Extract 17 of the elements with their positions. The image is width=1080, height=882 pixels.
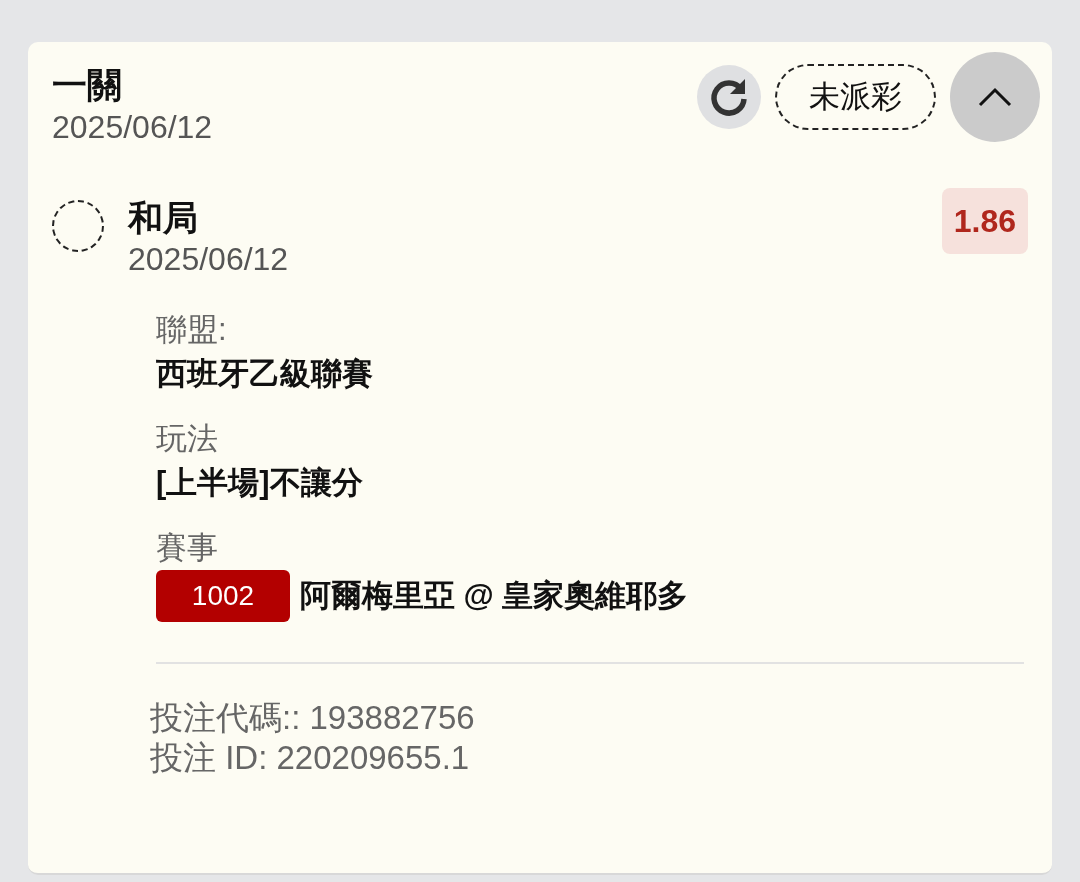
- bet-code: 投注 ID: 220209655.1: [150, 738, 471, 778]
- selection-radio[interactable]: [52, 200, 104, 252]
- bet-title: 一關: [52, 64, 123, 106]
- chevron-icon: [978, 87, 1012, 107]
- detail-label: 玩法: [156, 420, 219, 458]
- detail-value: 西班牙乙級聯賽: [156, 355, 374, 393]
- selection-name: 和局: [128, 198, 199, 238]
- bet-code: 投注代碼:: 193882756: [150, 698, 476, 738]
- match-number-badge: 1002: [156, 570, 290, 622]
- detail-label: 賽事: [156, 529, 219, 567]
- odds-badge: 1.86: [941, 188, 1028, 254]
- detail-label: 聯盟:: [156, 311, 228, 349]
- status-badge: 未派彩: [775, 64, 936, 130]
- selection-date: 2025/06/12: [128, 240, 290, 279]
- match-teams: 阿爾梅里亞 @ 皇家奧維耶多: [300, 577, 689, 615]
- detail-value: [上半場]不讓分: [156, 464, 364, 502]
- bet-date: 2025/06/12: [52, 108, 214, 147]
